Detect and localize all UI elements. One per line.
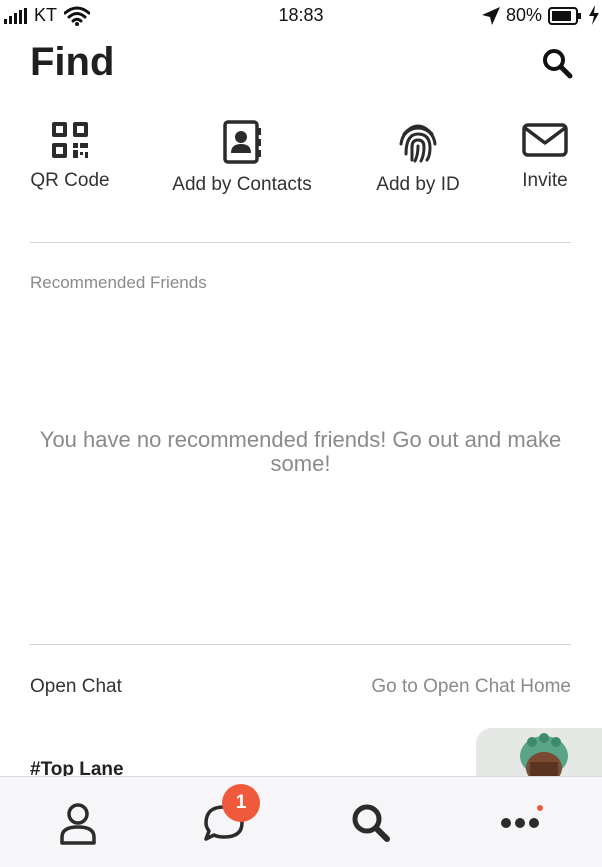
charging-bolt-icon [589,5,599,25]
invite-label: Invite [522,170,568,191]
add-by-id-label: Add by ID [376,174,460,195]
search-icon[interactable] [541,47,573,79]
qr-code-button[interactable]: QR Code [20,120,120,192]
qr-code-label: QR Code [30,170,110,191]
notification-dot [537,805,543,811]
location-arrow-icon [482,7,500,25]
qr-code-icon [52,122,88,158]
tab-bar [0,776,602,867]
fingerprint-icon [399,124,437,163]
open-chat-thumbnail[interactable] [476,728,602,780]
unread-badge: 1 [222,784,260,822]
add-by-contacts-button[interactable]: Add by Contacts [162,120,322,196]
person-icon[interactable] [54,799,102,847]
status-bar: KT 18:83 80% [0,0,602,32]
invite-button[interactable]: Invite [505,120,585,192]
add-by-contacts-label: Add by Contacts [172,174,312,195]
battery-icon [548,7,581,25]
battery-percent: 80% [506,5,543,25]
divider [30,644,571,645]
open-chat-heading: Open Chat [30,676,122,697]
divider [30,242,571,243]
empty-state-message: You have no recommended friends! Go out … [39,427,562,476]
envelope-icon [522,123,568,157]
contacts-book-icon [223,120,261,164]
add-by-id-button[interactable]: Add by ID [368,120,468,196]
avatar [476,728,602,780]
open-chat-home-link[interactable]: Go to Open Chat Home [371,676,571,698]
page-title: Find [30,40,115,84]
search-icon[interactable] [347,799,395,847]
recommended-friends-heading: Recommended Friends [30,273,207,292]
